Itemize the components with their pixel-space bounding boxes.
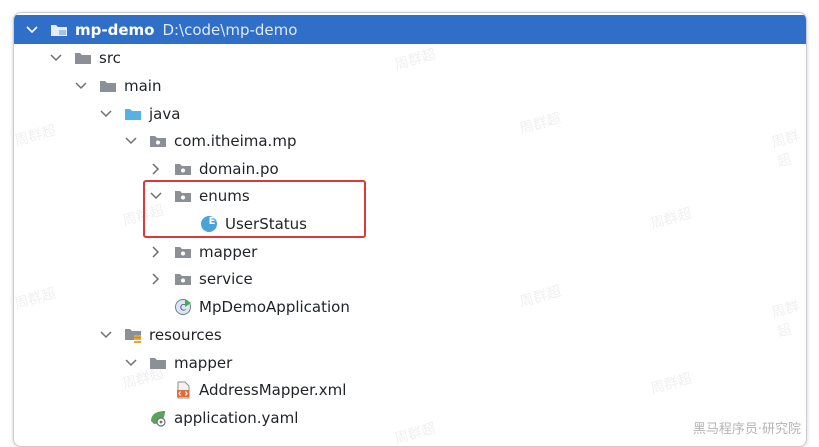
chevron-right-icon[interactable] — [148, 161, 164, 177]
tree-label-java: java — [149, 105, 181, 123]
chevron-down-icon[interactable] — [123, 133, 139, 149]
folder-icon — [149, 355, 167, 371]
tree-row-address-mapper[interactable]: AddressMapper.xml — [14, 376, 806, 404]
folder-icon — [74, 50, 92, 66]
highlight-box — [143, 180, 366, 238]
tree-label-domain-po: domain.po — [199, 160, 279, 178]
tree-row-domain-po[interactable]: domain.po — [14, 155, 806, 183]
chevron-right-icon[interactable] — [148, 244, 164, 260]
chevron-down-icon[interactable] — [98, 106, 114, 122]
tree-row-main[interactable]: main — [14, 72, 806, 100]
spring-boot-class-icon: C — [174, 299, 192, 315]
resources-folder-icon — [124, 327, 142, 343]
tree-label-mapper: mapper — [199, 243, 258, 261]
project-name: mp-demo — [75, 20, 155, 39]
tree-row-app-class[interactable]: C MpDemoApplication — [14, 293, 806, 321]
chevron-down-icon[interactable] — [98, 327, 114, 343]
chevron-down-icon[interactable] — [73, 78, 89, 94]
package-icon — [174, 161, 192, 177]
tree-row-project-root[interactable]: mp-demo D:\code\mp-demo — [14, 15, 806, 44]
tree-row-src[interactable]: src — [14, 44, 806, 72]
tree-label-service: service — [199, 270, 253, 288]
tree-row-java[interactable]: java — [14, 100, 806, 128]
spring-config-icon — [149, 410, 167, 427]
tree-row-mapper[interactable]: mapper — [14, 238, 806, 266]
tree-row-user-status[interactable]: UserStatus — [14, 210, 806, 238]
folder-icon — [99, 78, 117, 94]
chevron-down-icon[interactable] — [123, 355, 139, 371]
tree-row-package[interactable]: com.itheima.mp — [14, 127, 806, 155]
tree-row-res-mapper[interactable]: mapper — [14, 349, 806, 377]
tree-row-enums[interactable]: enums — [14, 182, 806, 210]
corner-watermark: 黑马程序员·研究院 — [692, 422, 801, 437]
package-icon — [149, 133, 167, 149]
chevron-down-icon[interactable] — [48, 50, 64, 66]
tree-label-package: com.itheima.mp — [174, 132, 297, 150]
project-tree-panel: mp-demo D:\code\mp-demo src main java co… — [13, 12, 807, 447]
xml-file-icon — [174, 381, 192, 399]
chevron-down-icon[interactable] — [24, 22, 40, 38]
project-path: D:\code\mp-demo — [162, 20, 298, 39]
tree-label-address-mapper: AddressMapper.xml — [199, 381, 347, 399]
module-folder-icon — [50, 22, 68, 38]
tree-row-resources[interactable]: resources — [14, 321, 806, 349]
tree-label-main: main — [124, 77, 162, 95]
tree-label-resources: resources — [149, 326, 222, 344]
package-icon — [174, 271, 192, 287]
tree-label-application-yaml: application.yaml — [174, 409, 299, 427]
package-icon — [174, 244, 192, 260]
tree-label-app-class: MpDemoApplication — [199, 298, 350, 316]
chevron-right-icon[interactable] — [148, 271, 164, 287]
tree-label-src: src — [99, 49, 121, 67]
tree-label-res-mapper: mapper — [174, 354, 233, 372]
tree-row-application-yaml[interactable]: application.yaml — [14, 404, 806, 432]
source-folder-icon — [124, 106, 142, 122]
tree-row-service[interactable]: service — [14, 265, 806, 293]
